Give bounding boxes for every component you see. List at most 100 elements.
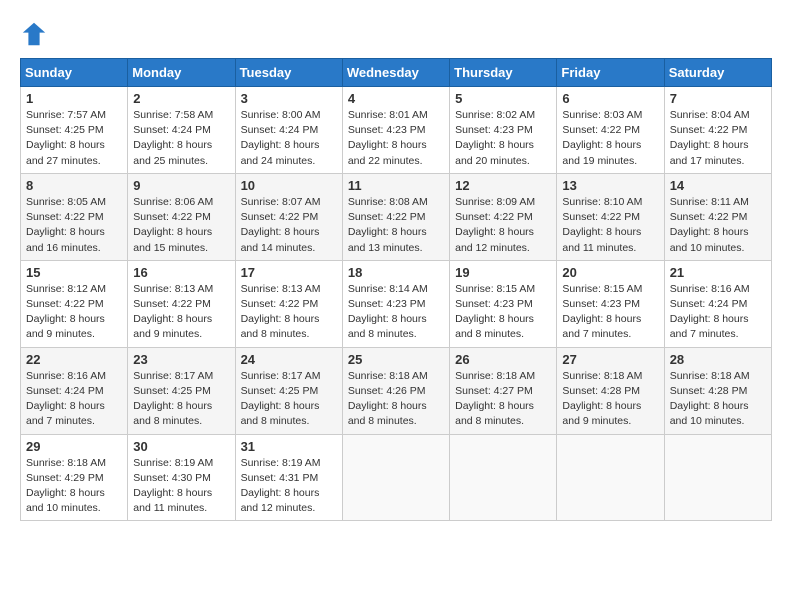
day-number: 5 xyxy=(455,91,551,106)
col-header-friday: Friday xyxy=(557,59,664,87)
day-detail: Sunrise: 8:06 AM Sunset: 4:22 PM Dayligh… xyxy=(133,195,229,256)
day-detail: Sunrise: 8:08 AM Sunset: 4:22 PM Dayligh… xyxy=(348,195,444,256)
day-cell: 14 Sunrise: 8:11 AM Sunset: 4:22 PM Dayl… xyxy=(664,173,771,260)
day-detail: Sunrise: 8:05 AM Sunset: 4:22 PM Dayligh… xyxy=(26,195,122,256)
day-detail: Sunrise: 8:16 AM Sunset: 4:24 PM Dayligh… xyxy=(670,282,766,343)
week-row-5: 29 Sunrise: 8:18 AM Sunset: 4:29 PM Dayl… xyxy=(21,434,772,521)
day-detail: Sunrise: 7:57 AM Sunset: 4:25 PM Dayligh… xyxy=(26,108,122,169)
day-cell: 15 Sunrise: 8:12 AM Sunset: 4:22 PM Dayl… xyxy=(21,260,128,347)
logo xyxy=(20,20,52,48)
day-number: 1 xyxy=(26,91,122,106)
day-cell: 27 Sunrise: 8:18 AM Sunset: 4:28 PM Dayl… xyxy=(557,347,664,434)
day-cell: 28 Sunrise: 8:18 AM Sunset: 4:28 PM Dayl… xyxy=(664,347,771,434)
day-number: 11 xyxy=(348,178,444,193)
day-cell: 19 Sunrise: 8:15 AM Sunset: 4:23 PM Dayl… xyxy=(450,260,557,347)
day-cell: 12 Sunrise: 8:09 AM Sunset: 4:22 PM Dayl… xyxy=(450,173,557,260)
day-number: 21 xyxy=(670,265,766,280)
col-header-tuesday: Tuesday xyxy=(235,59,342,87)
day-number: 24 xyxy=(241,352,337,367)
day-number: 2 xyxy=(133,91,229,106)
day-detail: Sunrise: 8:01 AM Sunset: 4:23 PM Dayligh… xyxy=(348,108,444,169)
day-detail: Sunrise: 8:04 AM Sunset: 4:22 PM Dayligh… xyxy=(670,108,766,169)
day-number: 29 xyxy=(26,439,122,454)
day-detail: Sunrise: 8:19 AM Sunset: 4:30 PM Dayligh… xyxy=(133,456,229,517)
col-header-saturday: Saturday xyxy=(664,59,771,87)
day-cell: 5 Sunrise: 8:02 AM Sunset: 4:23 PM Dayli… xyxy=(450,87,557,174)
calendar-table: SundayMondayTuesdayWednesdayThursdayFrid… xyxy=(20,58,772,521)
day-detail: Sunrise: 8:18 AM Sunset: 4:27 PM Dayligh… xyxy=(455,369,551,430)
day-detail: Sunrise: 8:09 AM Sunset: 4:22 PM Dayligh… xyxy=(455,195,551,256)
col-header-sunday: Sunday xyxy=(21,59,128,87)
calendar-body: 1 Sunrise: 7:57 AM Sunset: 4:25 PM Dayli… xyxy=(21,87,772,521)
day-detail: Sunrise: 8:07 AM Sunset: 4:22 PM Dayligh… xyxy=(241,195,337,256)
day-number: 9 xyxy=(133,178,229,193)
day-detail: Sunrise: 8:12 AM Sunset: 4:22 PM Dayligh… xyxy=(26,282,122,343)
day-cell xyxy=(557,434,664,521)
week-row-4: 22 Sunrise: 8:16 AM Sunset: 4:24 PM Dayl… xyxy=(21,347,772,434)
day-cell: 18 Sunrise: 8:14 AM Sunset: 4:23 PM Dayl… xyxy=(342,260,449,347)
day-number: 7 xyxy=(670,91,766,106)
day-number: 4 xyxy=(348,91,444,106)
day-cell: 24 Sunrise: 8:17 AM Sunset: 4:25 PM Dayl… xyxy=(235,347,342,434)
day-detail: Sunrise: 8:13 AM Sunset: 4:22 PM Dayligh… xyxy=(133,282,229,343)
day-cell xyxy=(664,434,771,521)
day-detail: Sunrise: 8:18 AM Sunset: 4:28 PM Dayligh… xyxy=(562,369,658,430)
day-number: 6 xyxy=(562,91,658,106)
page-header xyxy=(20,20,772,48)
day-cell: 6 Sunrise: 8:03 AM Sunset: 4:22 PM Dayli… xyxy=(557,87,664,174)
day-detail: Sunrise: 8:02 AM Sunset: 4:23 PM Dayligh… xyxy=(455,108,551,169)
day-detail: Sunrise: 8:11 AM Sunset: 4:22 PM Dayligh… xyxy=(670,195,766,256)
day-detail: Sunrise: 8:18 AM Sunset: 4:28 PM Dayligh… xyxy=(670,369,766,430)
day-cell: 16 Sunrise: 8:13 AM Sunset: 4:22 PM Dayl… xyxy=(128,260,235,347)
day-detail: Sunrise: 8:00 AM Sunset: 4:24 PM Dayligh… xyxy=(241,108,337,169)
day-detail: Sunrise: 7:58 AM Sunset: 4:24 PM Dayligh… xyxy=(133,108,229,169)
day-cell: 9 Sunrise: 8:06 AM Sunset: 4:22 PM Dayli… xyxy=(128,173,235,260)
day-number: 20 xyxy=(562,265,658,280)
calendar-header-row: SundayMondayTuesdayWednesdayThursdayFrid… xyxy=(21,59,772,87)
day-number: 13 xyxy=(562,178,658,193)
day-detail: Sunrise: 8:18 AM Sunset: 4:26 PM Dayligh… xyxy=(348,369,444,430)
day-number: 15 xyxy=(26,265,122,280)
day-number: 25 xyxy=(348,352,444,367)
day-cell: 4 Sunrise: 8:01 AM Sunset: 4:23 PM Dayli… xyxy=(342,87,449,174)
col-header-wednesday: Wednesday xyxy=(342,59,449,87)
week-row-2: 8 Sunrise: 8:05 AM Sunset: 4:22 PM Dayli… xyxy=(21,173,772,260)
day-detail: Sunrise: 8:13 AM Sunset: 4:22 PM Dayligh… xyxy=(241,282,337,343)
day-detail: Sunrise: 8:14 AM Sunset: 4:23 PM Dayligh… xyxy=(348,282,444,343)
day-cell: 3 Sunrise: 8:00 AM Sunset: 4:24 PM Dayli… xyxy=(235,87,342,174)
day-cell xyxy=(342,434,449,521)
day-number: 10 xyxy=(241,178,337,193)
day-cell: 31 Sunrise: 8:19 AM Sunset: 4:31 PM Dayl… xyxy=(235,434,342,521)
day-number: 14 xyxy=(670,178,766,193)
day-number: 30 xyxy=(133,439,229,454)
day-cell: 7 Sunrise: 8:04 AM Sunset: 4:22 PM Dayli… xyxy=(664,87,771,174)
day-detail: Sunrise: 8:17 AM Sunset: 4:25 PM Dayligh… xyxy=(133,369,229,430)
day-number: 26 xyxy=(455,352,551,367)
day-cell: 29 Sunrise: 8:18 AM Sunset: 4:29 PM Dayl… xyxy=(21,434,128,521)
day-detail: Sunrise: 8:10 AM Sunset: 4:22 PM Dayligh… xyxy=(562,195,658,256)
day-cell: 21 Sunrise: 8:16 AM Sunset: 4:24 PM Dayl… xyxy=(664,260,771,347)
day-number: 3 xyxy=(241,91,337,106)
day-detail: Sunrise: 8:15 AM Sunset: 4:23 PM Dayligh… xyxy=(455,282,551,343)
day-number: 18 xyxy=(348,265,444,280)
day-cell: 13 Sunrise: 8:10 AM Sunset: 4:22 PM Dayl… xyxy=(557,173,664,260)
day-detail: Sunrise: 8:16 AM Sunset: 4:24 PM Dayligh… xyxy=(26,369,122,430)
day-cell: 20 Sunrise: 8:15 AM Sunset: 4:23 PM Dayl… xyxy=(557,260,664,347)
day-cell: 26 Sunrise: 8:18 AM Sunset: 4:27 PM Dayl… xyxy=(450,347,557,434)
day-cell: 30 Sunrise: 8:19 AM Sunset: 4:30 PM Dayl… xyxy=(128,434,235,521)
week-row-1: 1 Sunrise: 7:57 AM Sunset: 4:25 PM Dayli… xyxy=(21,87,772,174)
day-number: 8 xyxy=(26,178,122,193)
col-header-monday: Monday xyxy=(128,59,235,87)
day-number: 19 xyxy=(455,265,551,280)
day-cell: 1 Sunrise: 7:57 AM Sunset: 4:25 PM Dayli… xyxy=(21,87,128,174)
day-number: 17 xyxy=(241,265,337,280)
day-number: 16 xyxy=(133,265,229,280)
day-cell: 2 Sunrise: 7:58 AM Sunset: 4:24 PM Dayli… xyxy=(128,87,235,174)
day-detail: Sunrise: 8:18 AM Sunset: 4:29 PM Dayligh… xyxy=(26,456,122,517)
day-detail: Sunrise: 8:19 AM Sunset: 4:31 PM Dayligh… xyxy=(241,456,337,517)
logo-icon xyxy=(20,20,48,48)
day-cell: 23 Sunrise: 8:17 AM Sunset: 4:25 PM Dayl… xyxy=(128,347,235,434)
day-cell: 22 Sunrise: 8:16 AM Sunset: 4:24 PM Dayl… xyxy=(21,347,128,434)
day-detail: Sunrise: 8:17 AM Sunset: 4:25 PM Dayligh… xyxy=(241,369,337,430)
day-cell: 8 Sunrise: 8:05 AM Sunset: 4:22 PM Dayli… xyxy=(21,173,128,260)
